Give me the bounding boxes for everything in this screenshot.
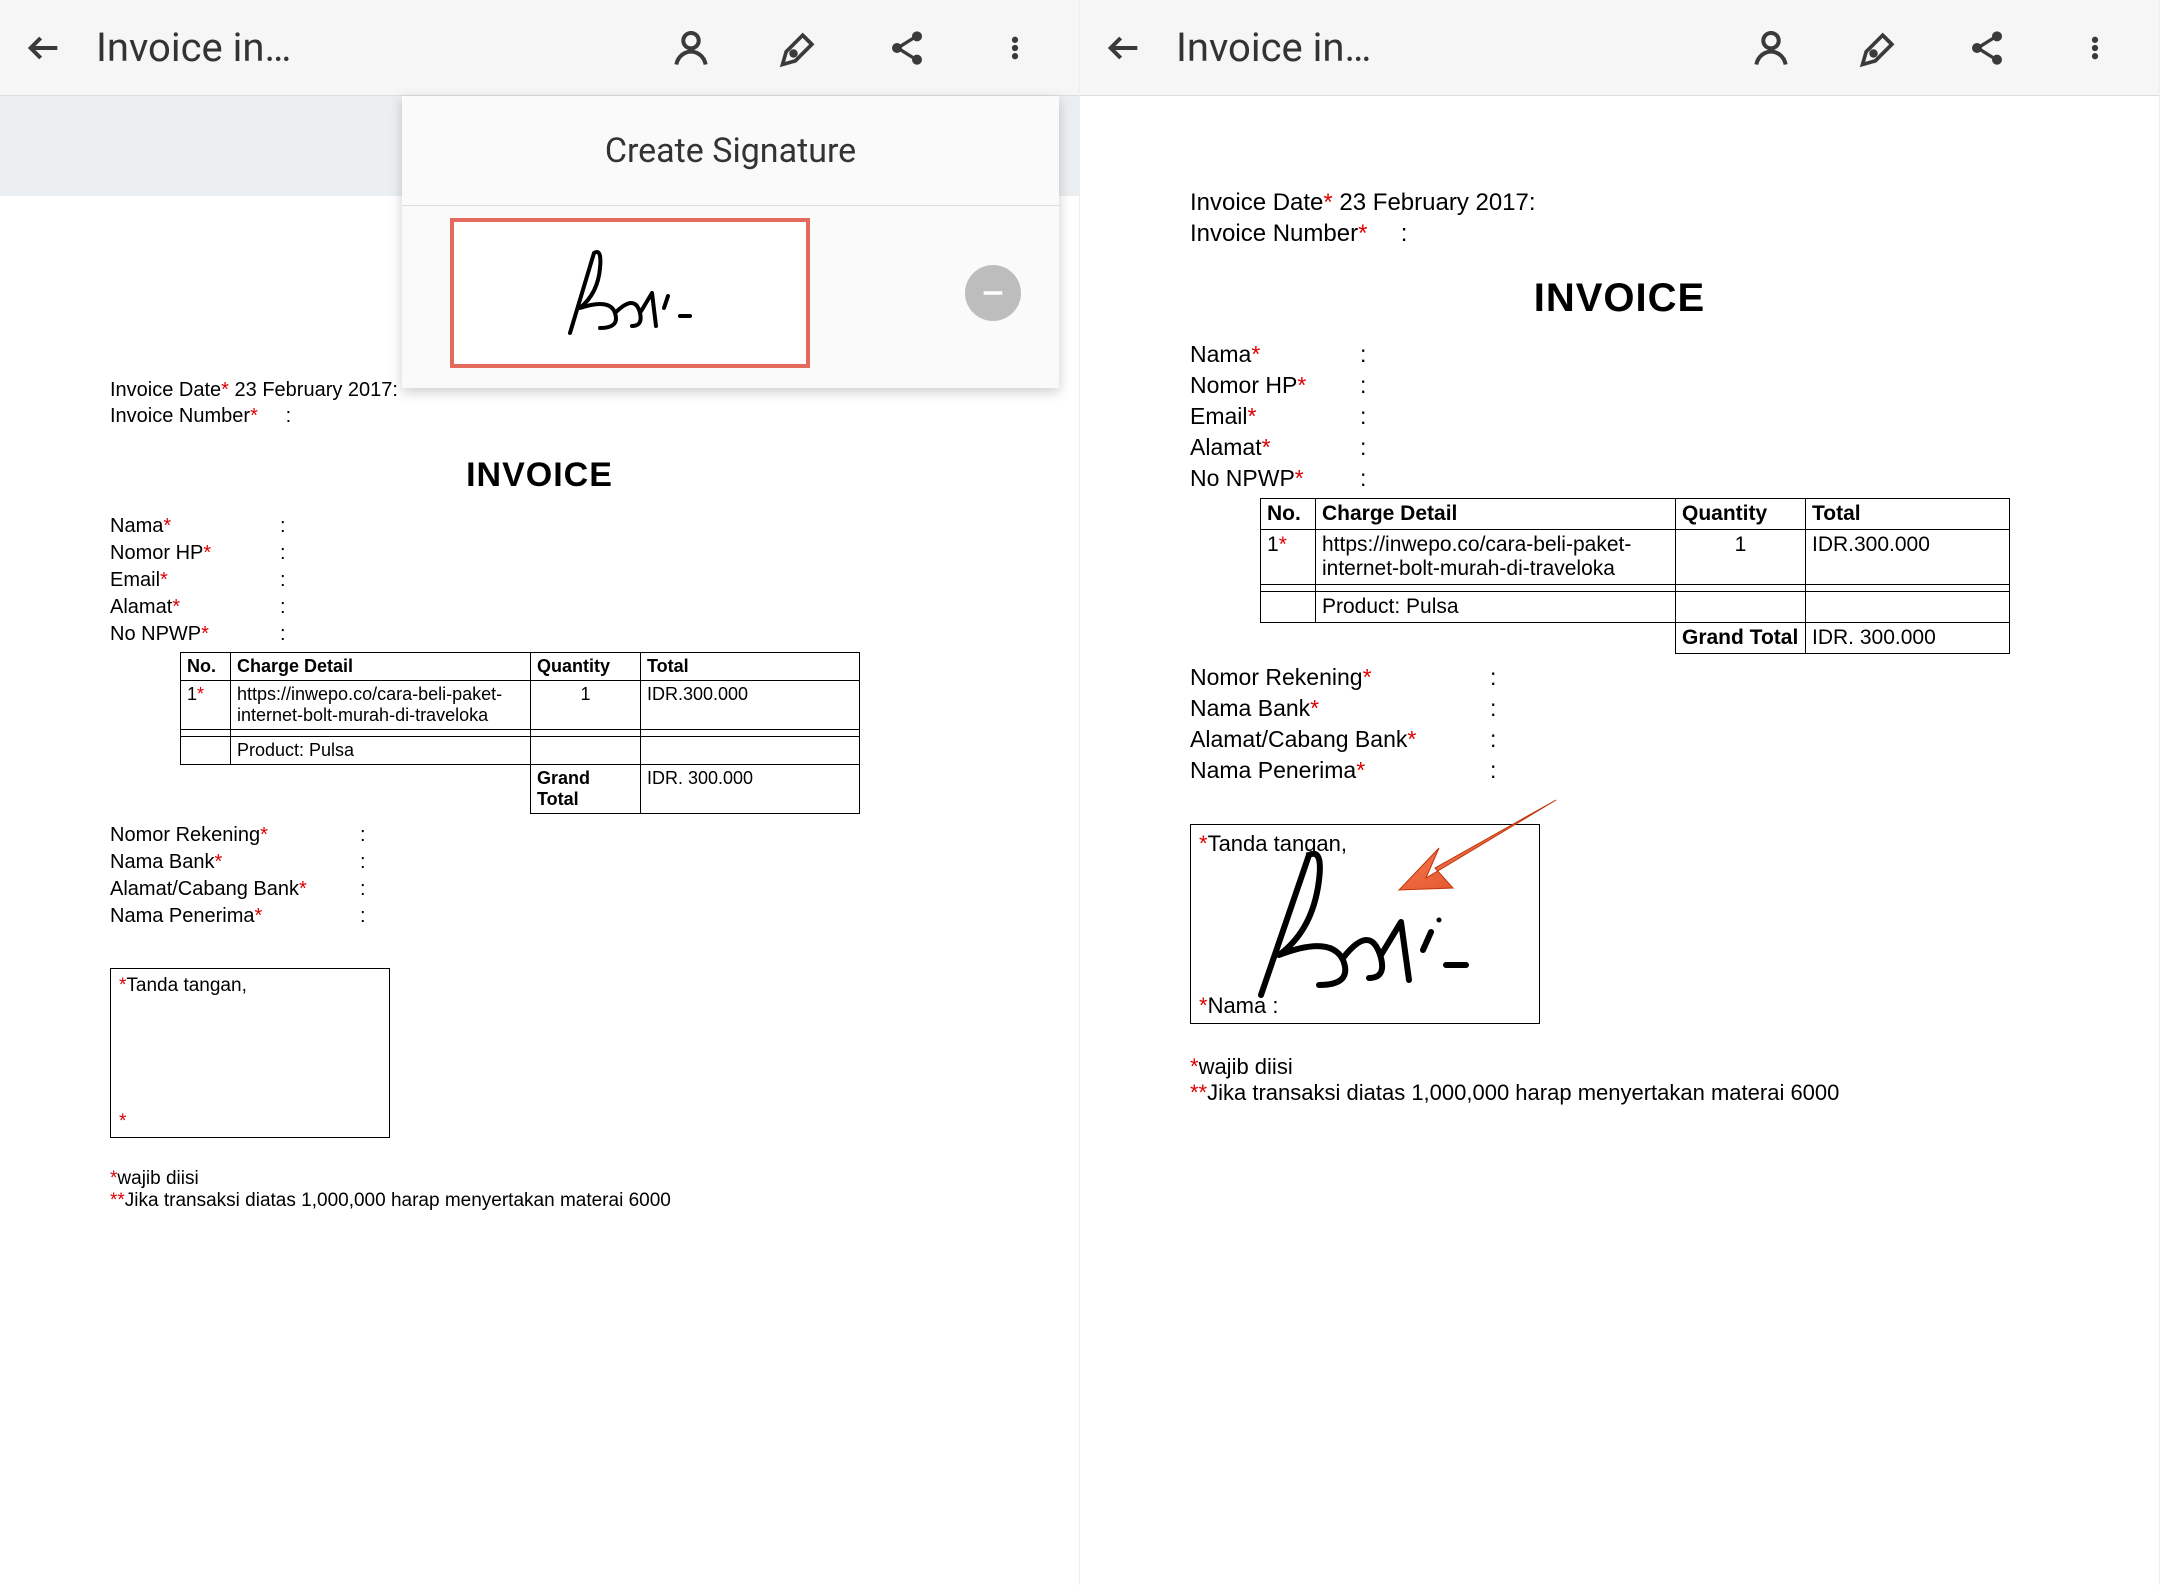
invoice-number-row: Invoice Number* : — [110, 405, 969, 428]
toolbar-left: Invoice in… — [0, 0, 1079, 96]
footnotes: *wajib diisi **Jika transaksi diatas 1,0… — [1190, 1054, 2049, 1106]
footnotes: *wajib diisi **Jika transaksi diatas 1,0… — [110, 1168, 969, 1212]
signature-box-right[interactable]: *Tanda tangan, *Nama : — [1190, 824, 1540, 1024]
customer-fields: Nama*: Nomor HP*: Email*: Alamat*: No NP… — [1190, 341, 2049, 492]
share-button[interactable] — [883, 24, 931, 72]
table-row: Product: Pulsa — [1261, 592, 2010, 623]
back-arrow-icon — [24, 28, 64, 68]
minus-icon — [979, 279, 1007, 307]
pen-nib-icon — [777, 26, 821, 70]
pen-nib-icon — [1857, 26, 1901, 70]
share-icon — [1967, 28, 2007, 68]
bank-fields: Nomor Rekening*: Nama Bank*: Alamat/Caba… — [110, 824, 969, 928]
table-row: 1* https://inwepo.co/cara-beli-paket-int… — [1261, 530, 2010, 585]
person-icon — [669, 26, 713, 70]
remove-signature-button[interactable] — [965, 265, 1021, 321]
page-title: Invoice in… — [1176, 24, 1371, 71]
invoice-heading: INVOICE — [1190, 276, 2049, 321]
charges-table-right: No. Charge Detail Quantity Total 1* http… — [1260, 498, 2010, 654]
sign-button[interactable] — [775, 24, 823, 72]
document-area-left[interactable]: Create Signature Invoice Date* 23 Februa… — [0, 96, 1079, 1585]
more-vertical-icon — [1001, 28, 1029, 68]
toolbar-right: Invoice in… — [1080, 0, 2159, 96]
bank-fields: Nomor Rekening*: Nama Bank*: Alamat/Caba… — [1190, 664, 2049, 784]
invoice-date-row: Invoice Date* 23 February 2017: — [1190, 189, 2049, 217]
person-icon — [1749, 26, 1793, 70]
create-signature-header: Create Signature — [402, 96, 1059, 206]
left-phone: Invoice in… Create Signature — [0, 0, 1080, 1585]
table-row — [181, 730, 860, 737]
signature-icon — [540, 238, 720, 348]
profile-button[interactable] — [1747, 24, 1795, 72]
page-title: Invoice in… — [96, 24, 291, 71]
profile-button[interactable] — [667, 24, 715, 72]
more-vertical-icon — [2081, 28, 2109, 68]
back-arrow-icon — [1104, 28, 1144, 68]
share-button[interactable] — [1963, 24, 2011, 72]
customer-fields: Nama*: Nomor HP*: Email*: Alamat*: No NP… — [110, 515, 969, 646]
overflow-button[interactable] — [991, 24, 1039, 72]
table-row: Product: Pulsa — [181, 737, 860, 765]
table-row: Grand Total IDR. 300.000 — [181, 765, 860, 814]
signature-thumbnail[interactable] — [450, 218, 810, 368]
document-area-right[interactable]: Invoice Date* 23 February 2017: Invoice … — [1080, 96, 2159, 1585]
share-icon — [887, 28, 927, 68]
signature-box-left[interactable]: *Tanda tangan, * — [110, 968, 390, 1138]
invoice-document-right: Invoice Date* 23 February 2017: Invoice … — [1080, 96, 2159, 1106]
create-signature-panel: Create Signature — [402, 96, 1059, 388]
placed-signature-icon[interactable] — [1231, 840, 1501, 1010]
sign-button[interactable] — [1855, 24, 1903, 72]
table-header-row: No. Charge Detail Quantity Total — [1261, 499, 2010, 530]
table-header-row: No. Charge Detail Quantity Total — [181, 653, 860, 681]
table-row — [1261, 585, 2010, 592]
right-phone: Invoice in… Invoice Date* 23 February 20… — [1080, 0, 2160, 1585]
table-row: Grand Total IDR. 300.000 — [1261, 623, 2010, 654]
back-button[interactable] — [20, 24, 68, 72]
invoice-heading: INVOICE — [110, 456, 969, 495]
back-button[interactable] — [1100, 24, 1148, 72]
invoice-number-row: Invoice Number* : — [1190, 220, 2049, 248]
table-row: 1* https://inwepo.co/cara-beli-paket-int… — [181, 681, 860, 730]
charges-table-left: No. Charge Detail Quantity Total 1* http… — [180, 652, 860, 814]
overflow-button[interactable] — [2071, 24, 2119, 72]
